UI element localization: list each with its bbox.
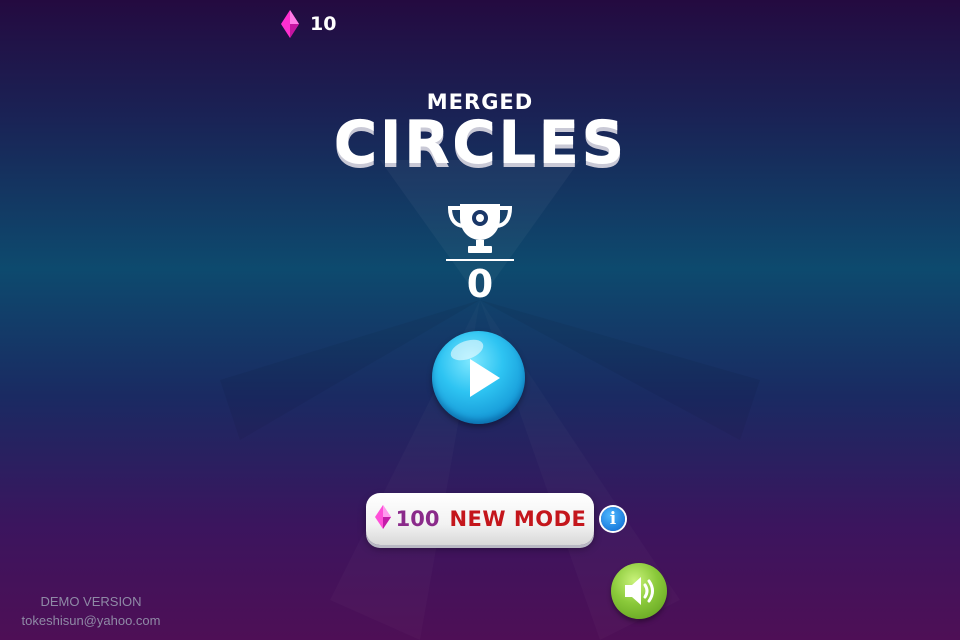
- sound-toggle-button[interactable]: [611, 563, 667, 619]
- new-mode-button[interactable]: 100 NEW MODE: [366, 493, 594, 545]
- info-icon: i: [609, 509, 617, 529]
- play-button[interactable]: [432, 331, 525, 424]
- contact-email: tokeshisun@yahoo.com: [21, 613, 161, 628]
- gem-counter: 10: [280, 8, 336, 40]
- new-mode-cost: 100: [395, 507, 440, 531]
- score-divider: [446, 259, 514, 261]
- trophy-icon: [446, 202, 514, 260]
- title-circles: CIRCLES: [333, 108, 627, 178]
- pink-diamond-icon: [374, 504, 392, 534]
- pink-diamond-icon: [280, 9, 300, 39]
- demo-version-label: DEMO VERSION: [40, 594, 142, 609]
- new-mode-label: NEW MODE: [449, 507, 587, 531]
- info-button[interactable]: i: [601, 507, 625, 531]
- best-score: 0: [466, 262, 494, 306]
- gem-count: 10: [310, 13, 337, 35]
